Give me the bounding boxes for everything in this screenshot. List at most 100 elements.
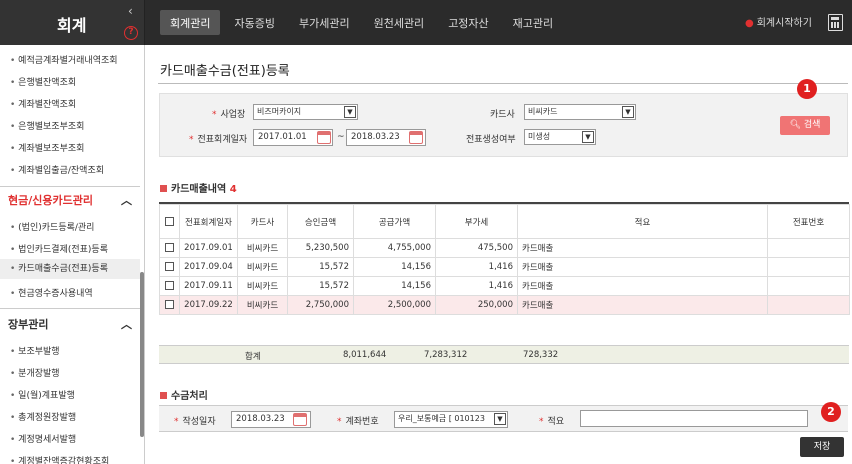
table-row[interactable]: 2017.09.22 비씨카드 2,750,000 2,500,000 250,… (159, 295, 850, 315)
cell-voucher (767, 238, 850, 258)
cell-supply: 14,156 (353, 276, 436, 296)
cell-memo: 카드매출 (517, 238, 768, 258)
tab-fixed-assets[interactable]: 고정자산 (438, 10, 498, 35)
cell-approved: 15,572 (287, 257, 354, 277)
select-all-checkbox[interactable] (165, 216, 174, 226)
chevron-down-icon: ▼ (582, 131, 594, 143)
card-company-value: 비씨카드 (528, 107, 558, 116)
memo-input[interactable] (580, 410, 808, 427)
sidebar-scrollbar[interactable] (140, 272, 144, 437)
sidebar-item[interactable]: 은행별보조부조회 (10, 119, 84, 132)
tab-accounting[interactable]: 회계관리 (160, 10, 221, 35)
chevron-up-icon: ︿ (121, 318, 132, 331)
tab-withholding[interactable]: 원천세관리 (364, 10, 435, 35)
chevron-down-icon: ▼ (494, 413, 506, 425)
search-button[interactable]: 🔍︎ 검색 (780, 116, 830, 135)
calendar-icon[interactable] (293, 413, 307, 426)
col-header-memo: 적요 (517, 204, 768, 239)
cell-supply: 2,500,000 (353, 295, 436, 315)
tab-auto-evidence[interactable]: 자동증빙 (224, 10, 284, 35)
required-mark: * (189, 135, 194, 145)
calculator-icon[interactable] (828, 14, 843, 31)
sidebar-item[interactable]: 분개장발행 (10, 366, 59, 379)
search-icon: 🔍︎ (789, 120, 801, 130)
row-checkbox[interactable] (165, 262, 174, 271)
section-label: 현금/신용카드관리 (8, 194, 93, 207)
table-row[interactable]: 2017.09.01 비씨카드 5,230,500 4,755,000 475,… (159, 238, 850, 258)
start-accounting-link[interactable]: ● 회계시작하기 (745, 14, 812, 29)
row-checkbox[interactable] (165, 243, 174, 252)
cell-date: 2017.09.11 (179, 276, 238, 296)
row-checkbox[interactable] (165, 281, 174, 290)
sidebar-item[interactable]: 계좌별잔액조회 (10, 97, 76, 110)
save-button[interactable]: 저장 (800, 437, 844, 457)
sidebar-item[interactable]: 계좌별보조부조회 (10, 141, 84, 154)
sidebar-item[interactable]: 보조부발행 (10, 344, 59, 357)
total-supply: 7,283,312 (424, 350, 468, 360)
collapse-sidebar-icon[interactable]: ‹ (128, 4, 133, 18)
required-mark: * (174, 417, 179, 427)
date-separator: ~ (337, 132, 345, 142)
sidebar-section-ledger[interactable]: 장부관리 ︿ (0, 314, 140, 336)
select-all-checkbox-cell (159, 204, 180, 239)
business-select[interactable]: 비즈머카이지 ▼ (253, 104, 358, 120)
sidebar-item[interactable]: 현금영수증사용내역 (10, 286, 93, 299)
help-icon[interactable]: ? (124, 26, 138, 40)
col-header-card: 카드사 (237, 204, 288, 239)
table-row[interactable]: 2017.09.04 비씨카드 15,572 14,156 1,416 카드매출 (159, 257, 850, 277)
sidebar-section-card[interactable]: 현금/신용카드관리 ︿ (0, 190, 140, 212)
business-value: 비즈머카이지 (257, 107, 302, 116)
receipt-panel: * 작성일자 2018.03.23 * 계좌번호 우리_보통예금 [ 010123 ▼… (159, 405, 848, 432)
cell-card: 비씨카드 (237, 295, 288, 315)
memo-label-text: 적요 (547, 417, 565, 427)
receipt-section-title: 수금처리 (160, 387, 208, 402)
sidebar-item[interactable]: (법인)카드등록/관리 (10, 220, 94, 233)
tab-vat[interactable]: 부가세관리 (289, 10, 360, 35)
sidebar: 예적금계좌별거래내역조회 은행별잔액조회 계좌별잔액조회 은행별보조부조회 계좌… (0, 45, 145, 464)
sidebar-item-selected[interactable]: 카드매출수금(전표)등록 (0, 259, 140, 279)
account-label-text: 계좌번호 (345, 417, 379, 427)
sidebar-item[interactable]: 총계정원장발행 (10, 410, 76, 423)
tab-inventory[interactable]: 재고관리 (503, 10, 563, 35)
section-marker-icon (160, 392, 167, 399)
business-label-text: 사업장 (220, 110, 246, 120)
sales-table: 전표회계일자 카드사 승인금액 공급가액 부가세 적요 전표번호 2017.09… (159, 202, 850, 315)
write-date-label-text: 작성일자 (182, 417, 216, 427)
sidebar-item[interactable]: 계정명세서발행 (10, 432, 76, 445)
account-value: 우리_보통예금 [ 010123 (398, 414, 485, 423)
voucher-status-value: 미생성 (528, 132, 551, 141)
sidebar-item[interactable]: 은행별잔액조회 (10, 75, 76, 88)
cell-memo: 카드매출 (517, 257, 768, 277)
sidebar-item[interactable]: 계좌별입출금/잔액조회 (10, 163, 104, 176)
step-badge-1: 1 (797, 79, 817, 99)
sidebar-item[interactable]: 예적금계좌별거래내역조회 (10, 53, 117, 66)
list-count: 4 (229, 184, 237, 195)
cell-card: 비씨카드 (237, 238, 288, 258)
table-row[interactable]: 2017.09.11 비씨카드 15,572 14,156 1,416 카드매출 (159, 276, 850, 296)
row-checkbox-cell (159, 276, 180, 296)
sidebar-item[interactable]: 일(월)계표발행 (10, 388, 75, 401)
voucher-status-select[interactable]: 미생성 ▼ (524, 129, 596, 145)
calendar-icon[interactable] (317, 131, 331, 144)
required-mark: * (212, 110, 217, 120)
total-label: 합계 (245, 352, 261, 362)
account-select[interactable]: 우리_보통예금 [ 010123 ▼ (394, 411, 508, 428)
col-header-approved: 승인금액 (287, 204, 354, 239)
cell-vat: 1,416 (435, 257, 518, 277)
card-company-select[interactable]: 비씨카드 ▼ (524, 104, 636, 120)
cell-approved: 2,750,000 (287, 295, 354, 315)
col-header-date: 전표회계일자 (179, 204, 238, 239)
account-label: * 계좌번호 (337, 414, 379, 427)
cell-approved: 15,572 (287, 276, 354, 296)
sidebar-divider (0, 186, 140, 187)
cell-date: 2017.09.01 (179, 238, 238, 258)
table-header-row: 전표회계일자 카드사 승인금액 공급가액 부가세 적요 전표번호 (159, 204, 850, 239)
cell-voucher (767, 276, 850, 296)
row-checkbox[interactable] (165, 300, 174, 309)
calendar-icon[interactable] (409, 131, 423, 144)
page-title: 카드매출수금(전표)등록 (160, 64, 290, 79)
sidebar-item[interactable]: 법인카드결제(전표)등록 (10, 242, 108, 255)
sidebar-item[interactable]: 계정별잔액증감현황조회 (10, 454, 109, 464)
total-row: 합계 8,011,644 7,283,312 728,332 (159, 345, 849, 364)
business-label: * 사업장 (212, 107, 245, 120)
